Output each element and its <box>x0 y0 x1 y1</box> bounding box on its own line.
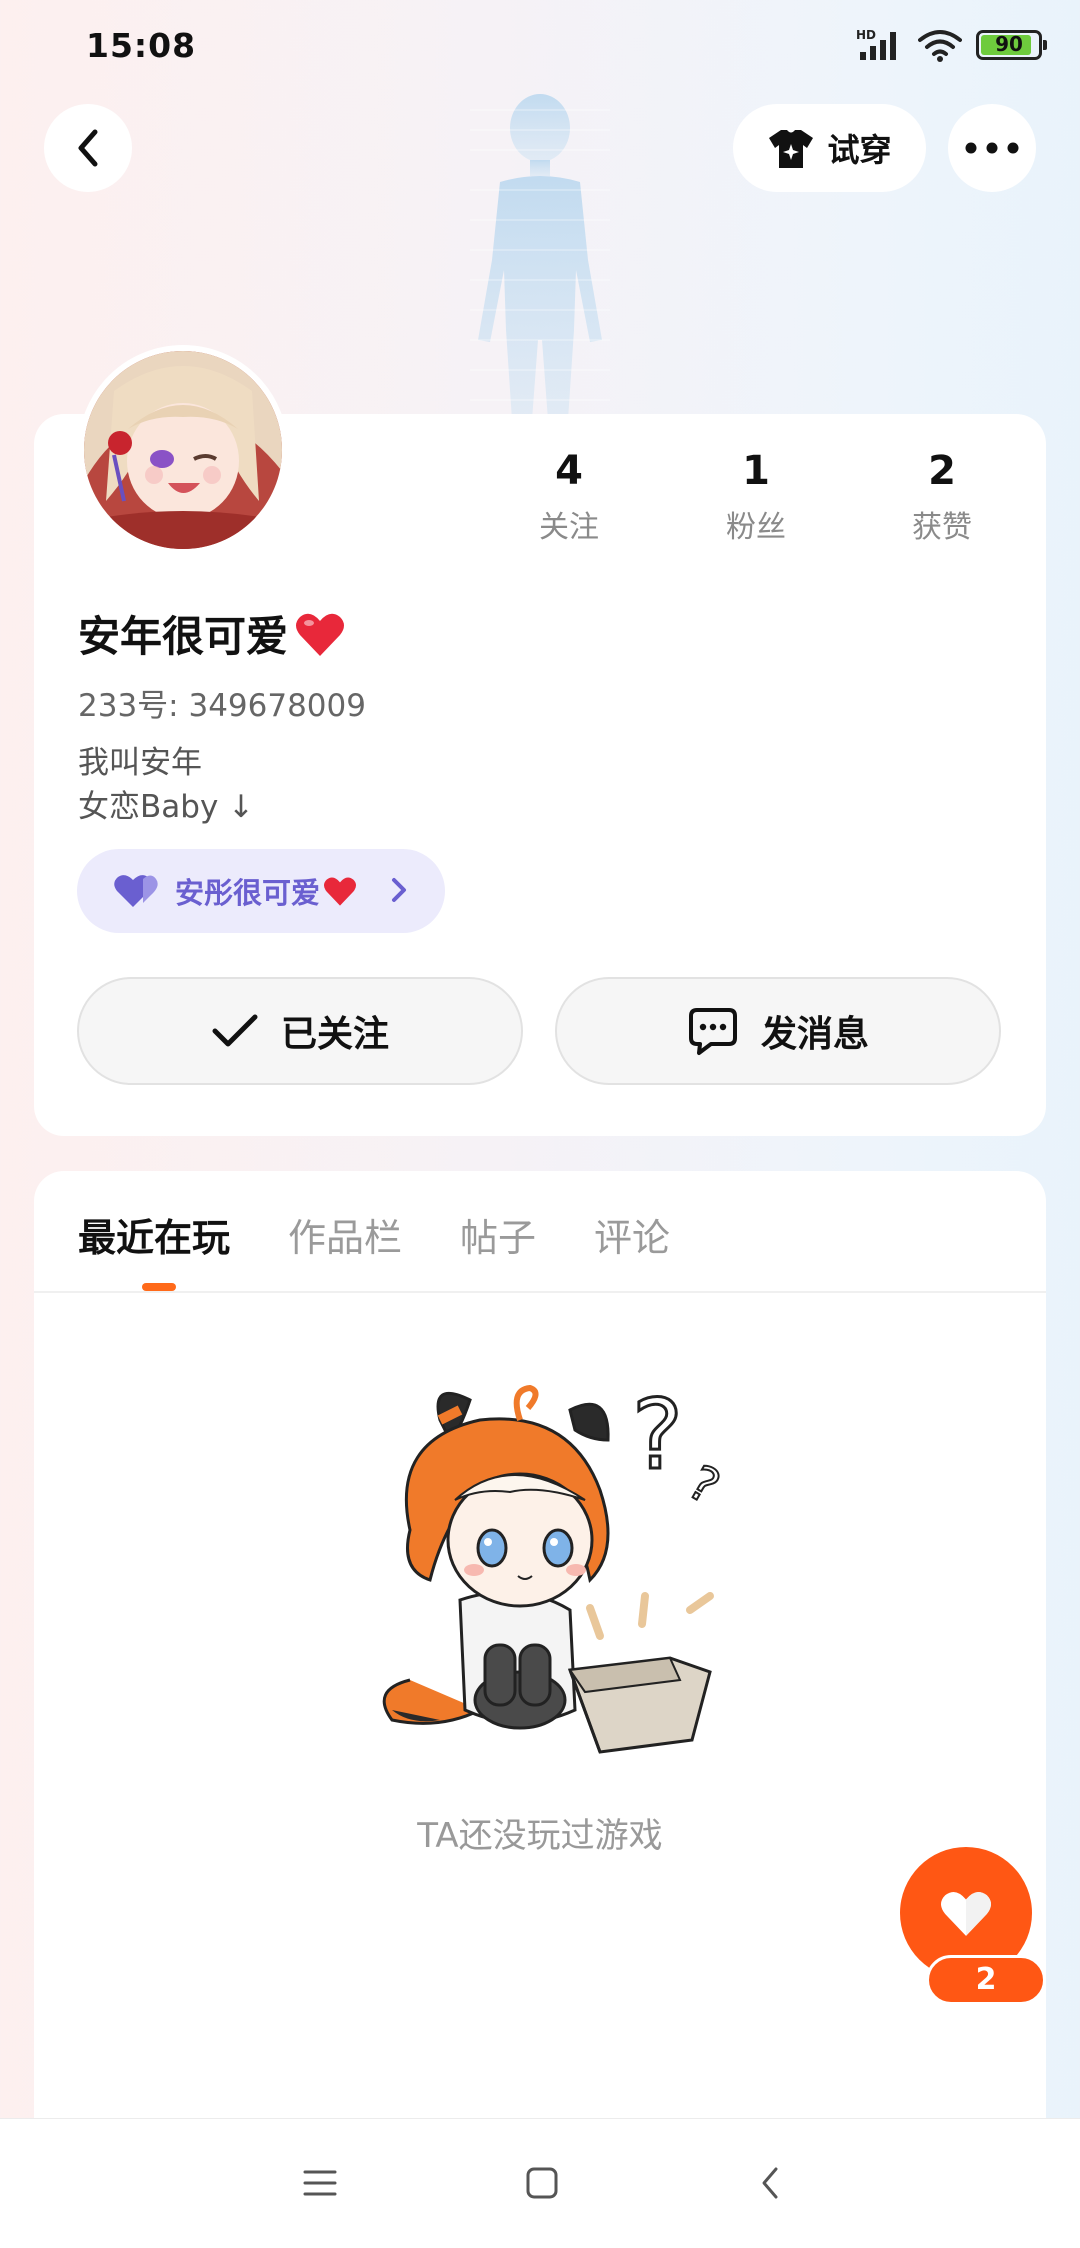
back-button[interactable] <box>44 104 132 192</box>
red-heart-icon <box>324 877 357 906</box>
chat-bubble-icon <box>688 1008 737 1055</box>
tshirt-sparkle-icon <box>769 130 814 168</box>
message-button-label: 发消息 <box>760 1014 869 1055</box>
home-nav-button[interactable] <box>514 2155 570 2211</box>
tab-bar: 最近在玩 作品栏 帖子 评论 <box>78 1207 728 1262</box>
couple-tag[interactable]: 安彤很可爱 <box>77 849 445 933</box>
tab-comments[interactable]: 评论 <box>594 1207 670 1262</box>
nickname-text: 安年很可爱 <box>78 612 289 661</box>
stat-followers-value: 1 <box>742 448 770 494</box>
empty-state-message: TA还没玩过游戏 <box>417 1816 663 1856</box>
tab-recently-played[interactable]: 最近在玩 <box>78 1207 230 1262</box>
stat-following[interactable]: 4 关注 <box>489 448 649 546</box>
more-button[interactable] <box>948 104 1036 192</box>
nickname: 安年很可爱 <box>78 603 346 664</box>
svg-text:?: ? <box>632 1380 683 1491</box>
tab-works[interactable]: 作品栏 <box>288 1207 402 1262</box>
try-on-label: 试穿 <box>827 131 892 169</box>
couple-tag-label: 安彤很可爱 <box>175 876 321 910</box>
bio-line: 女恋Baby ↓ <box>78 789 255 825</box>
empty-state-illustration: ? ? <box>382 1380 730 1754</box>
back-nav-button[interactable] <box>742 2155 798 2211</box>
status-bar: 15:08 HD 90 <box>0 0 1080 96</box>
battery-icon: 90 <box>976 30 1047 60</box>
user-avatar[interactable] <box>78 345 288 555</box>
stat-likes-label: 获赞 <box>912 510 972 545</box>
svg-text:HD: HD <box>856 28 876 42</box>
stat-followers-label: 粉丝 <box>726 510 786 545</box>
back-triangle-icon <box>762 2167 778 2199</box>
stat-following-label: 关注 <box>539 510 599 545</box>
follow-button[interactable]: 已关注 <box>77 977 523 1085</box>
menu-nav-button[interactable] <box>292 2155 348 2211</box>
avatar-image <box>84 351 282 549</box>
purple-heart-icon <box>114 875 158 907</box>
stat-likes-value: 2 <box>928 448 956 494</box>
status-icons: HD 90 <box>856 28 1047 62</box>
bio: 我叫安年 女恋Baby ↓ <box>78 741 254 829</box>
user-id: 233号: 349678009 <box>78 688 366 724</box>
wifi-icon <box>918 30 962 62</box>
chevron-right-icon <box>392 878 406 902</box>
stat-followers[interactable]: 1 粉丝 <box>676 448 836 546</box>
stat-following-value: 4 <box>555 448 583 494</box>
system-nav-bar <box>0 2118 1080 2248</box>
back-arrow-icon <box>78 129 98 167</box>
bio-line: 我叫安年 <box>78 745 202 781</box>
heart-icon <box>941 1891 991 1936</box>
home-square-icon <box>526 2167 558 2199</box>
tab-indicator <box>142 1283 176 1291</box>
battery-text: 90 <box>995 32 1023 56</box>
tab-posts[interactable]: 帖子 <box>460 1207 536 1262</box>
more-dots-icon <box>965 142 1019 154</box>
menu-icon <box>303 2170 337 2196</box>
like-count-badge: 2 <box>926 1955 1046 2005</box>
message-button[interactable]: 发消息 <box>555 977 1001 1085</box>
status-time: 15:08 <box>86 26 197 65</box>
try-on-button[interactable]: 试穿 <box>733 104 926 192</box>
checkmark-icon <box>212 1014 258 1047</box>
follow-button-label: 已关注 <box>280 1014 389 1055</box>
signal-icon: HD <box>856 28 896 60</box>
svg-text:?: ? <box>679 1455 729 1516</box>
red-heart-icon <box>296 613 345 656</box>
avatar-3d-silhouette <box>470 94 610 420</box>
tab-divider <box>34 1291 1046 1293</box>
stat-likes[interactable]: 2 获赞 <box>862 448 1022 546</box>
